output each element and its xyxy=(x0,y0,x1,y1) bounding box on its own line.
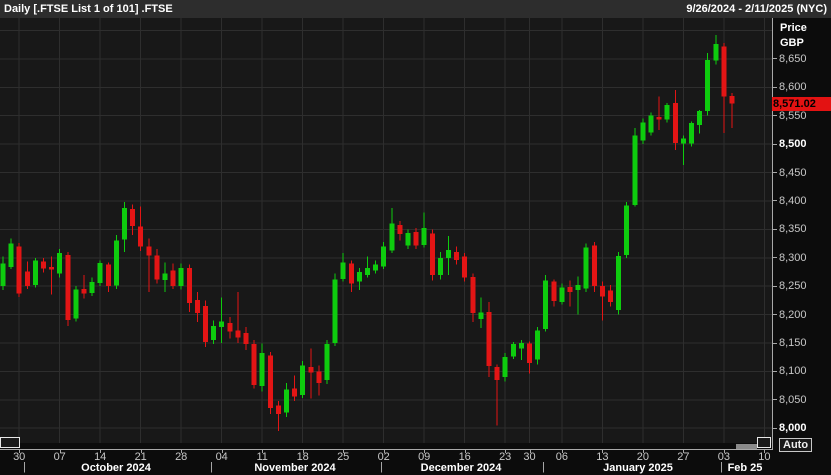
price-tick-mark xyxy=(772,285,777,287)
price-tick-label: 8,500 xyxy=(779,138,807,151)
candlestick-plot-area[interactable] xyxy=(0,18,772,443)
price-tick-mark xyxy=(772,399,777,401)
time-tick-label: 30 xyxy=(523,451,536,463)
month-separator: | xyxy=(210,461,213,473)
price-tick-mark xyxy=(772,86,777,88)
candlestick-chart xyxy=(0,18,772,443)
price-tick-mark xyxy=(772,342,777,344)
chart-window: Daily [.FTSE List 1 of 101] .FTSE 9/26/2… xyxy=(0,0,831,475)
price-tick-label: 8,200 xyxy=(779,308,807,321)
price-axis-line xyxy=(772,18,773,450)
month-label: November 2024 xyxy=(254,462,336,474)
date-range: 9/26/2024 - 2/11/2025 (NYC) xyxy=(686,3,827,15)
price-tick-mark xyxy=(772,370,777,372)
price-tick-mark xyxy=(772,58,777,60)
price-tick-label: 8,250 xyxy=(779,280,807,293)
time-tick-label: 27 xyxy=(677,451,690,463)
time-tick-label: 04 xyxy=(215,451,228,463)
price-axis-header: Price GBP xyxy=(780,21,807,51)
month-label: December 2024 xyxy=(420,462,502,474)
price-tick-mark xyxy=(772,228,777,230)
price-tick-label: 8,650 xyxy=(779,52,807,65)
price-axis-title: Price xyxy=(780,22,807,34)
month-separator: | xyxy=(23,461,26,473)
time-tick-label: 28 xyxy=(175,451,188,463)
chart-title-bar: Daily [.FTSE List 1 of 101] .FTSE 9/26/2… xyxy=(0,0,831,18)
price-tick-label: 8,600 xyxy=(779,81,807,94)
timeline-scroll-thumb[interactable] xyxy=(736,444,757,449)
month-separator: | xyxy=(542,461,545,473)
auto-scale-button[interactable]: Auto xyxy=(779,438,813,452)
price-tick-label: 8,000 xyxy=(779,422,807,435)
time-tick-label: 06 xyxy=(555,451,569,463)
chart-title: Daily [.FTSE List 1 of 101] .FTSE xyxy=(4,3,173,15)
price-tick-label: 8,150 xyxy=(779,337,807,349)
price-tick-label: 8,400 xyxy=(779,194,807,207)
month-separator: | xyxy=(720,461,723,473)
timeline-scroll-right-handle[interactable] xyxy=(757,437,771,448)
last-price-badge: 8,571.02 xyxy=(772,97,831,111)
price-tick-label: 8,100 xyxy=(779,365,807,378)
price-tick-mark xyxy=(772,314,777,316)
price-tick-mark xyxy=(772,257,777,259)
price-tick-mark xyxy=(772,172,777,174)
time-tick-label: 07 xyxy=(53,451,66,463)
price-tick-label: 8,300 xyxy=(779,251,807,264)
price-tick-mark xyxy=(772,115,777,117)
month-label: Feb 25 xyxy=(727,462,763,474)
price-tick-label: 8,450 xyxy=(779,166,807,179)
time-tick-label: 25 xyxy=(337,451,350,463)
price-tick-mark xyxy=(772,143,777,145)
timeline-scroll-left-handle[interactable] xyxy=(0,437,20,448)
price-tick-label: 8,050 xyxy=(779,393,807,406)
price-tick-label: 8,550 xyxy=(779,109,807,122)
price-tick-mark xyxy=(772,200,777,202)
time-axis-line xyxy=(0,449,772,450)
price-axis-currency: GBP xyxy=(780,37,804,49)
price-tick-mark xyxy=(772,427,777,429)
price-tick-label: 8,350 xyxy=(779,223,807,236)
month-label: January 2025 xyxy=(603,462,673,474)
month-separator: | xyxy=(380,461,383,473)
month-label: October 2024 xyxy=(81,462,151,474)
